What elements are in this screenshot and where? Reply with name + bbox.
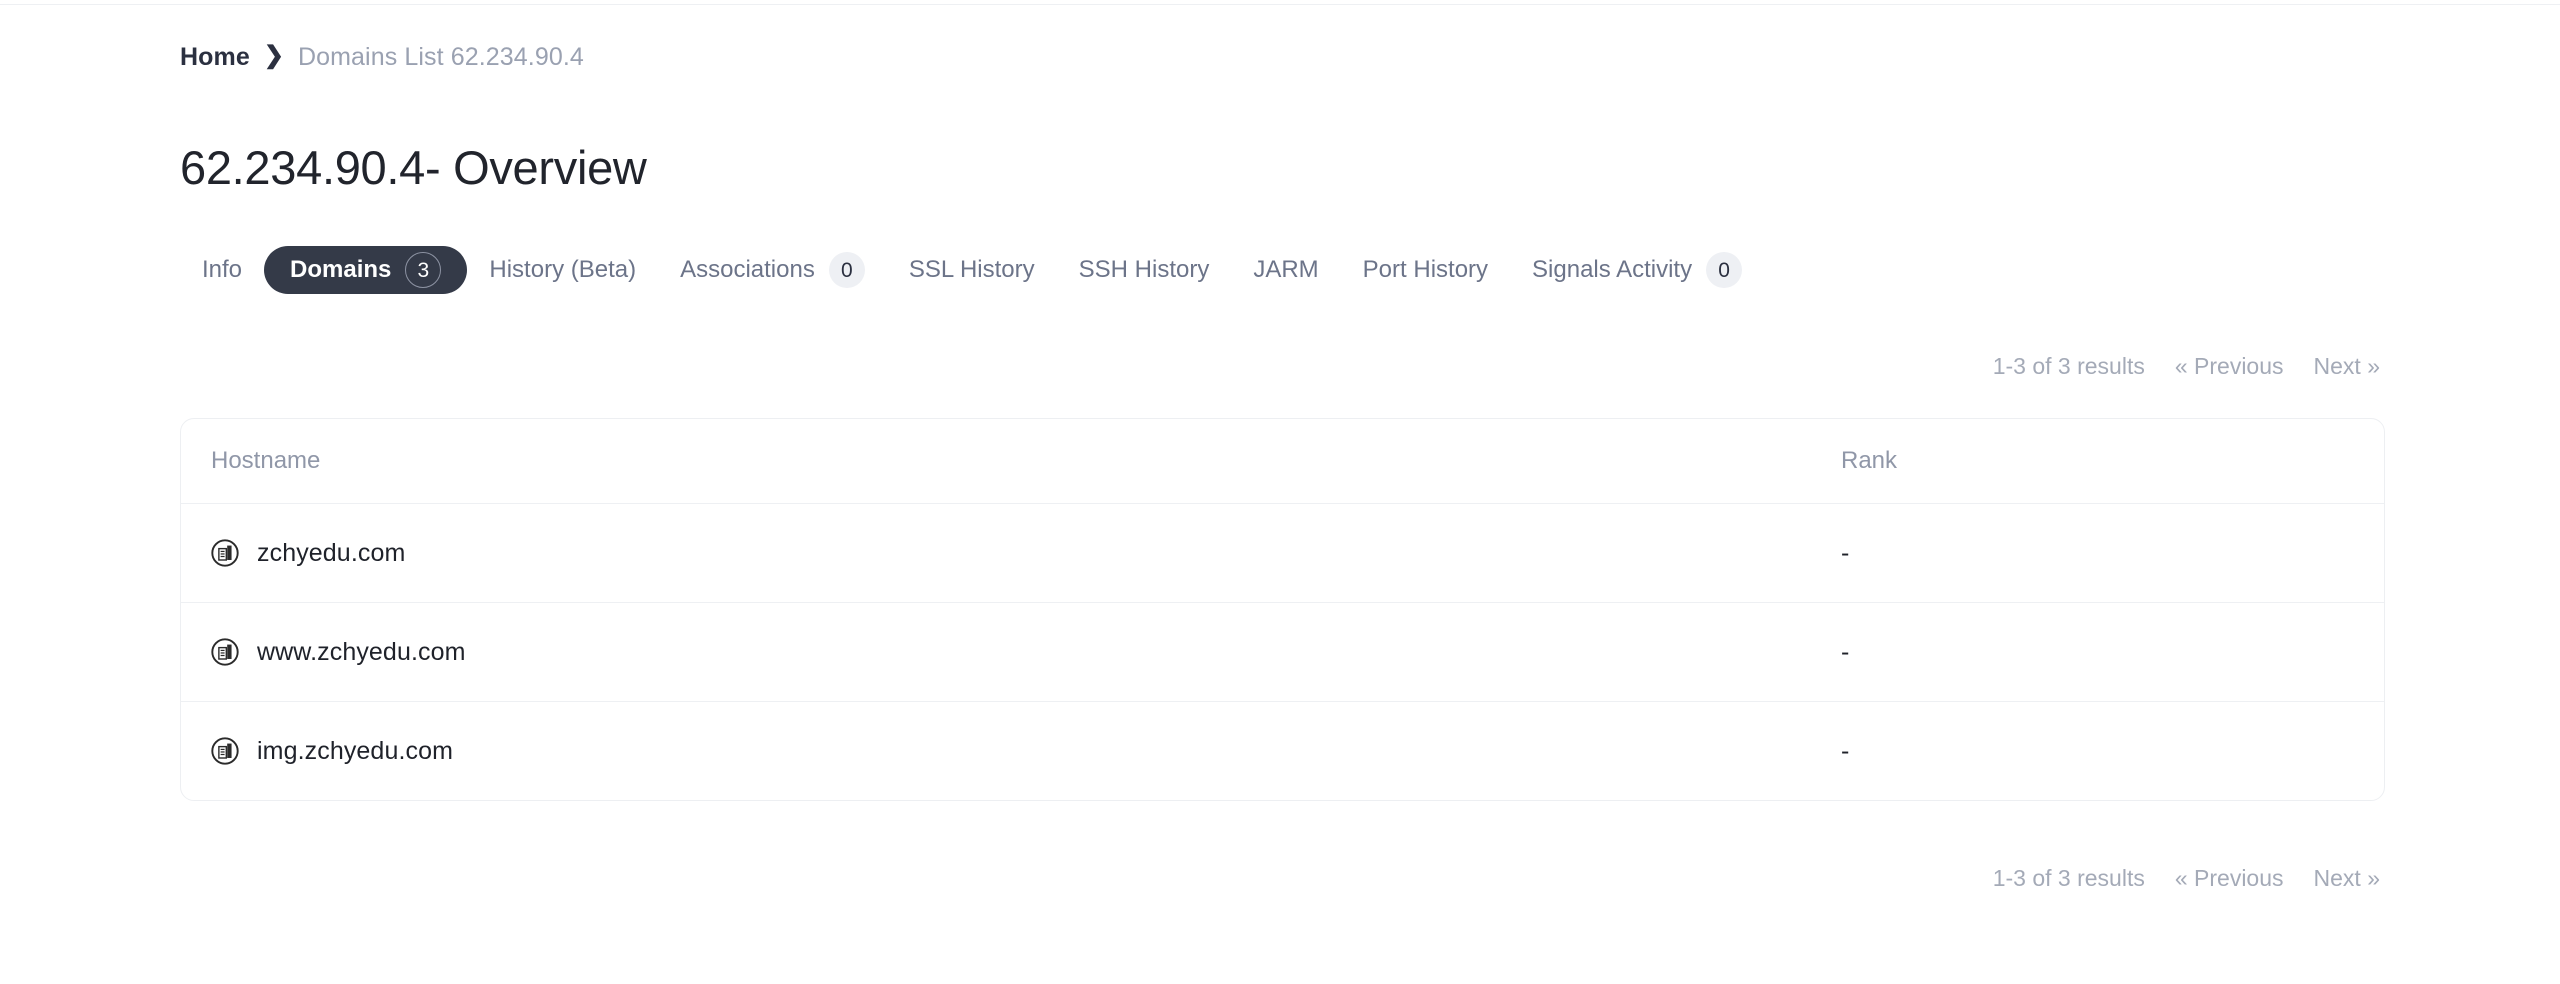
column-header-rank: Rank [1841,447,1898,474]
breadcrumb-home-link[interactable]: Home [180,42,250,72]
domain-building-icon [211,737,239,765]
breadcrumb: Home ❯ Domains List 62.234.90.4 [180,42,584,72]
hostname-link[interactable]: www.zchyedu.com [257,637,466,667]
breadcrumb-current: Domains List 62.234.90.4 [297,43,584,71]
next-page-link-bottom[interactable]: Next » [2314,864,2380,892]
cell-rank: - [1841,737,1850,765]
page-title: 62.234.90.4- Overview [180,141,647,194]
table-row[interactable]: www.zchyedu.com - [181,602,2384,701]
tab-label: Signals Activity [1532,256,1693,283]
domain-building-icon [211,638,239,666]
tab-domains[interactable]: Domains 3 [264,246,468,294]
tab-associations[interactable]: Associations 0 [658,246,887,294]
results-count-top: 1-3 of 3 results [1992,353,2145,379]
tab-label: Associations [680,256,815,283]
tab-badge-associations: 0 [828,252,865,288]
hostname-link[interactable]: zchyedu.com [257,538,405,568]
next-page-link-top[interactable]: Next » [2314,352,2380,380]
tab-badge-signals-activity: 0 [1706,252,1743,288]
chevron-right-icon: ❯ [263,42,284,69]
tab-jarm[interactable]: JARM [1231,246,1340,294]
table-row[interactable]: zchyedu.com - [181,503,2384,602]
tab-label: Port History [1362,256,1489,283]
tab-badge-domains: 3 [405,252,442,288]
tab-label: History (Beta) [489,256,637,283]
table-row[interactable]: img.zchyedu.com - [181,701,2384,800]
tab-signals-activity[interactable]: Signals Activity 0 [1510,246,1764,294]
results-count-bottom: 1-3 of 3 results [1992,865,2145,891]
tab-label: SSH History [1078,256,1210,283]
previous-page-link-bottom[interactable]: « Previous [2175,864,2284,892]
tab-port-history[interactable]: Port History [1341,246,1510,294]
tab-history-beta[interactable]: History (Beta) [467,246,658,294]
previous-page-link-top[interactable]: « Previous [2175,352,2284,380]
tab-info[interactable]: Info [180,246,264,294]
cell-rank: - [1841,638,1850,666]
column-header-hostname: Hostname [211,447,321,474]
tab-bar: Info Domains 3 History (Beta) Associatio… [180,246,1764,294]
tab-ssl-history[interactable]: SSL History [887,246,1057,294]
page-root: Home ❯ Domains List 62.234.90.4 62.234.9… [0,0,2560,984]
cell-hostname: www.zchyedu.com [211,637,1841,667]
cell-rank: - [1841,539,1850,567]
pagination-top: 1-3 of 3 results « Previous Next » [1993,352,2380,380]
tab-label: JARM [1253,256,1319,283]
tab-label: Domains [290,256,392,283]
domain-building-icon [211,539,239,567]
top-divider [0,4,2560,5]
tab-ssh-history[interactable]: SSH History [1057,246,1232,294]
table-header-row: Hostname Rank [181,419,2384,503]
cell-hostname: img.zchyedu.com [211,736,1841,766]
tab-label: Info [202,256,243,283]
pagination-bottom: 1-3 of 3 results « Previous Next » [1993,864,2380,892]
hostname-link[interactable]: img.zchyedu.com [257,736,453,766]
domains-table: Hostname Rank zchyedu.com - www.zchyedu.… [180,418,2385,801]
cell-hostname: zchyedu.com [211,538,1841,568]
tab-label: SSL History [908,256,1035,283]
